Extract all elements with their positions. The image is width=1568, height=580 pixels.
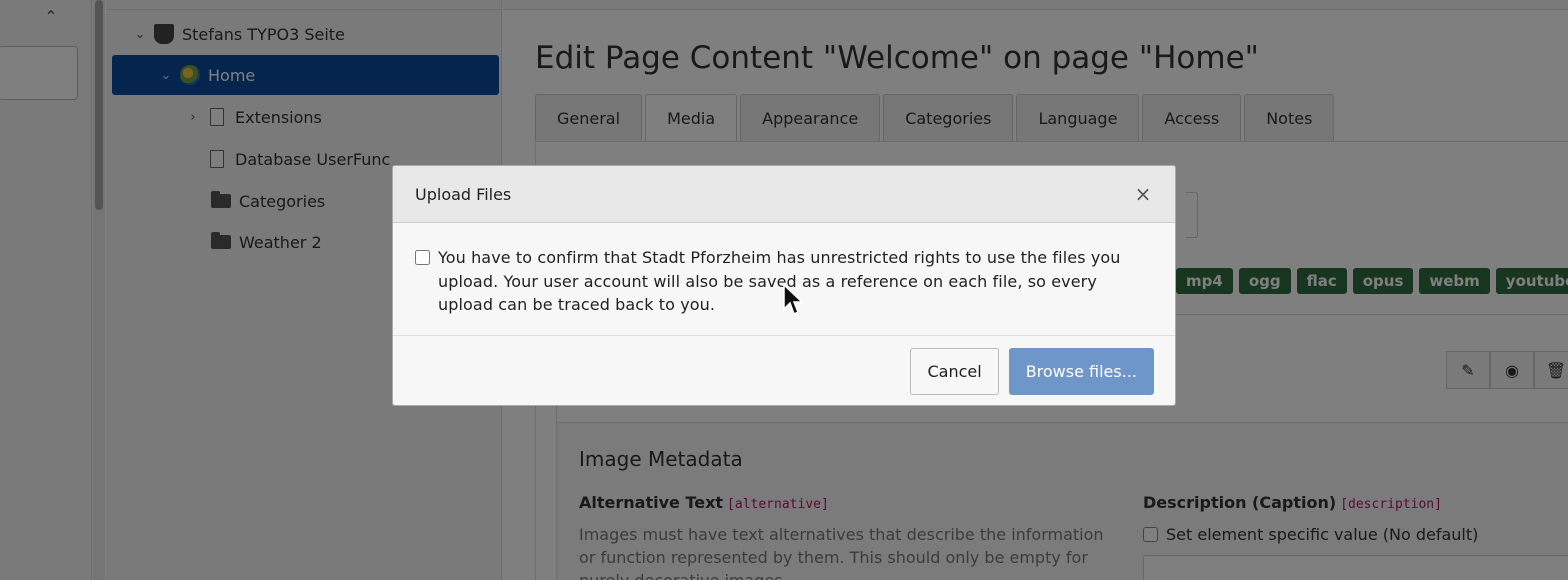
modal-footer: Cancel Browse files...: [393, 336, 1175, 405]
modal-body: You have to confirm that Stadt Pforzheim…: [393, 223, 1175, 336]
modal-title: Upload Files: [415, 184, 512, 204]
browse-files-button[interactable]: Browse files...: [1008, 347, 1154, 395]
modal-header: Upload Files ×: [393, 166, 1175, 223]
cancel-button[interactable]: Cancel: [910, 347, 999, 395]
close-icon[interactable]: ×: [1133, 182, 1153, 206]
confirm-rights-checkbox[interactable]: [415, 250, 430, 265]
cursor-arrow: [783, 283, 804, 316]
